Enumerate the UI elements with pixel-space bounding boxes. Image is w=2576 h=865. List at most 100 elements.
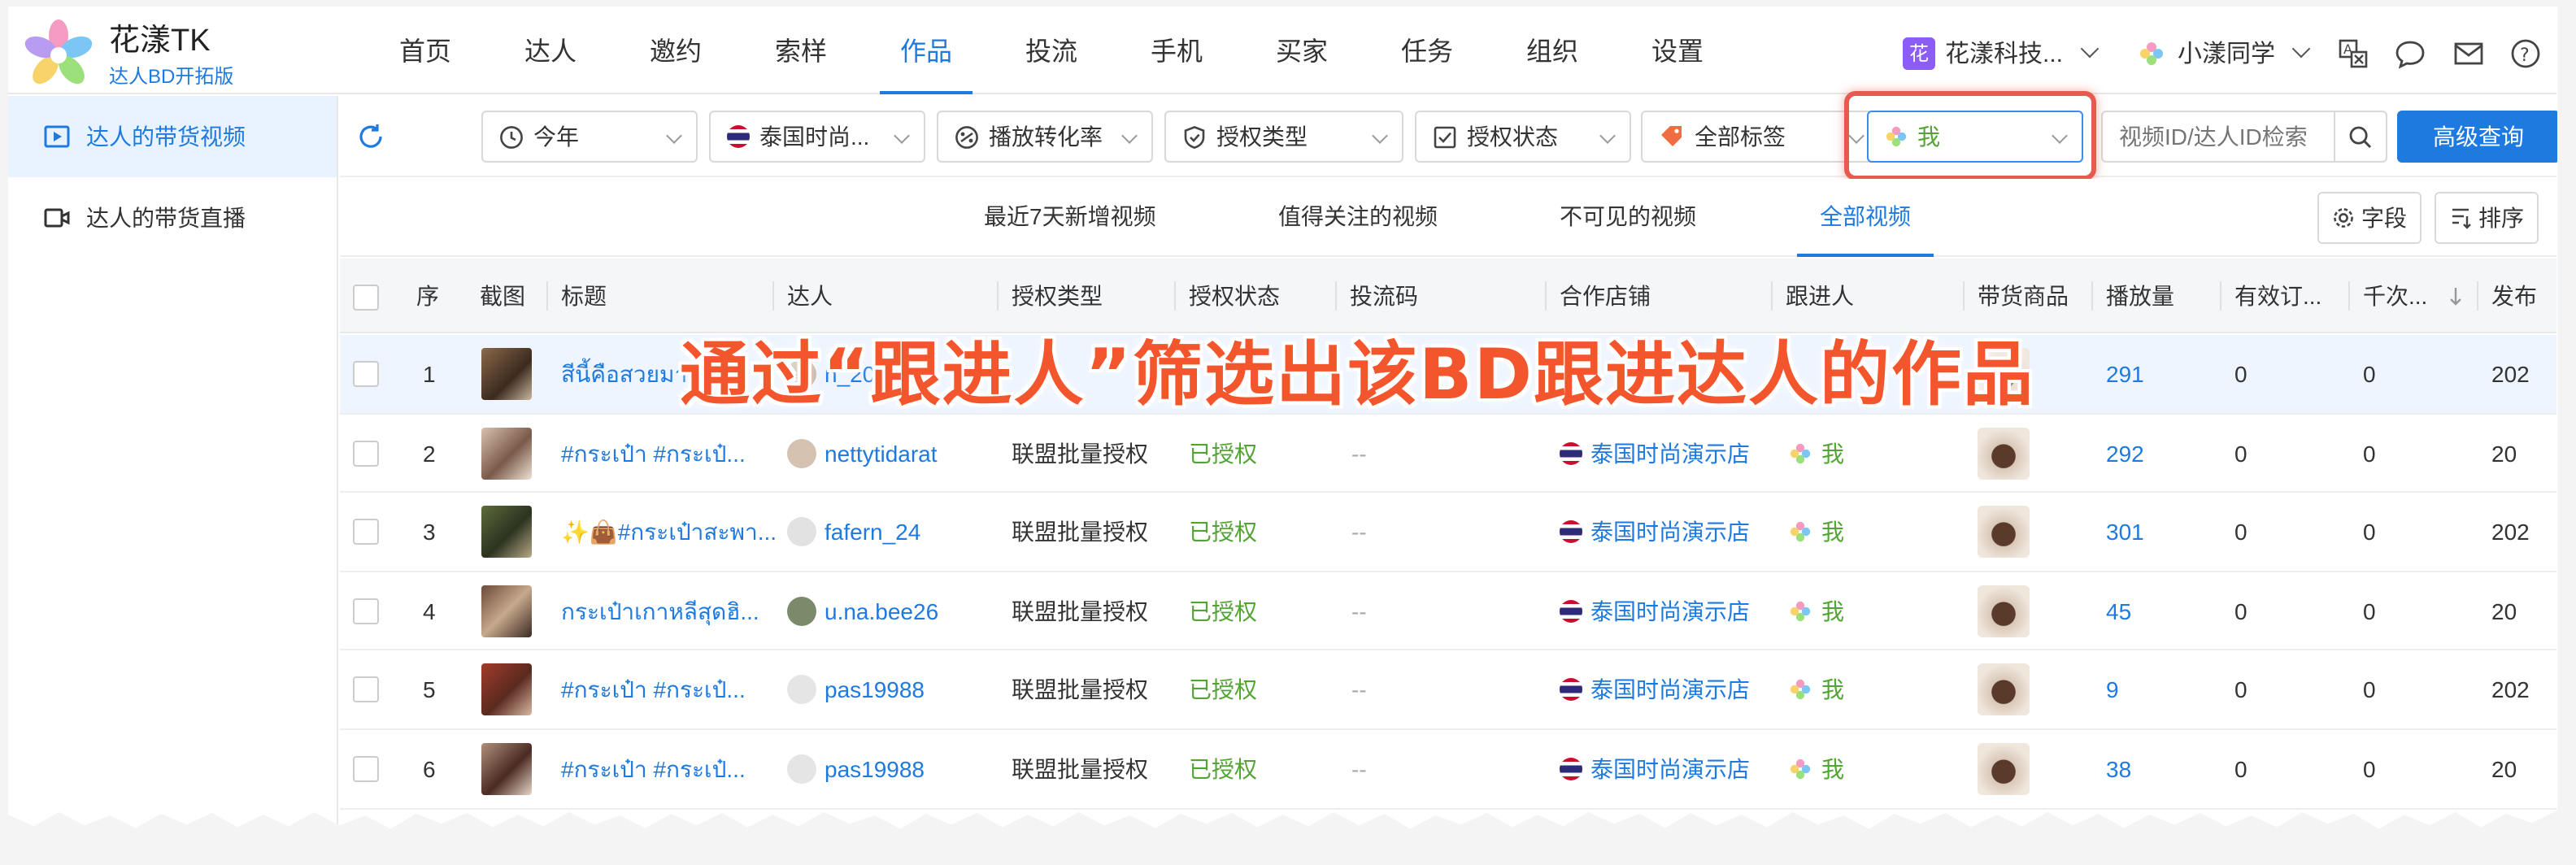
product-thumbnail[interactable] — [1978, 663, 2030, 716]
time-filter-value: 今年 — [533, 124, 579, 150]
nav-buyers[interactable]: 买家 — [1239, 7, 1364, 94]
creator-link[interactable]: u.na.bee26 — [787, 572, 938, 650]
nav-works[interactable]: 作品 — [864, 7, 989, 94]
nav-settings[interactable]: 设置 — [1615, 7, 1740, 94]
creator-link[interactable]: fafern_24 — [787, 493, 920, 571]
nav-home[interactable]: 首页 — [363, 7, 488, 94]
plays-value[interactable]: 38 — [2106, 730, 2131, 808]
tab-recent-7-days[interactable]: 最近7天新增视频 — [984, 179, 1156, 257]
table-row[interactable]: 4 กระเป๋าเกาหลีสุดฮิ... u.na.bee26 联盟批量授权 已授… — [340, 572, 2556, 651]
auth-status-filter[interactable]: 授权状态 — [1415, 111, 1631, 163]
plays-value[interactable]: 45 — [2106, 572, 2131, 650]
help-icon[interactable]: ? — [2509, 37, 2542, 70]
chevron-down-icon — [1372, 128, 1388, 144]
nav-tasks[interactable]: 任务 — [1364, 7, 1490, 94]
fields-button[interactable]: 字段 — [2317, 192, 2422, 244]
search-button[interactable] — [2334, 112, 2386, 161]
video-thumbnail[interactable] — [481, 506, 532, 559]
creator-avatar — [787, 675, 816, 705]
col-published: 发布 — [2477, 259, 2537, 333]
row-checkbox[interactable] — [353, 756, 379, 782]
table-row[interactable]: 2 #กระเป๋า #กระเป๋... nettytidarat 联盟批量授权 已授… — [340, 414, 2556, 493]
sidebar-item-videos[interactable]: 达人的带货视频 — [8, 96, 337, 177]
video-title-link[interactable]: #กระเป๋า #กระเป๋... — [561, 730, 746, 808]
time-filter[interactable]: 今年 — [481, 111, 698, 163]
nav-samples[interactable]: 索样 — [738, 7, 864, 94]
video-thumbnail[interactable] — [481, 585, 532, 637]
shop-link[interactable]: 泰国时尚演示店 — [1560, 572, 1750, 650]
thailand-flag-icon — [1560, 599, 1582, 623]
shop-filter-value: 泰国时尚... — [759, 124, 870, 150]
sort-down-icon[interactable] — [2448, 286, 2464, 307]
row-checkbox[interactable] — [353, 361, 379, 387]
org-switcher[interactable]: 花 花漾科技... — [1903, 36, 2099, 70]
refresh-icon[interactable] — [356, 122, 385, 151]
table-row[interactable]: 5 #กระเป๋า #กระเป๋... pas19988 联盟批量授权 已授权 -- 泰… — [340, 651, 2556, 730]
search-icon — [2349, 125, 2372, 148]
nav-ads[interactable]: 投流 — [989, 7, 1114, 94]
row-checkbox[interactable] — [353, 598, 379, 624]
table-row[interactable]: 6 #กระเป๋า #กระเป๋... pas19988 联盟批量授权 已授权 -- 泰… — [340, 730, 2556, 809]
sidebar-item-label: 达人的带货视频 — [86, 124, 246, 150]
advanced-search-button[interactable]: 高级查询 — [2397, 111, 2557, 163]
sidebar-item-label: 达人的带货直播 — [86, 205, 246, 231]
sort-button[interactable]: 排序 — [2435, 192, 2539, 244]
mail-icon[interactable] — [2452, 37, 2485, 70]
sidebar-item-live[interactable]: 达人的带货直播 — [8, 177, 337, 259]
translate-icon[interactable]: A — [2337, 37, 2369, 70]
chat-icon[interactable] — [2394, 37, 2426, 70]
nav-creators[interactable]: 达人 — [488, 7, 613, 94]
product-thumbnail[interactable] — [1978, 506, 2030, 559]
video-title-link[interactable]: #กระเป๋า #กระเป๋... — [561, 414, 746, 492]
row-checkbox[interactable] — [353, 676, 379, 703]
video-title-link[interactable]: #กระเป๋า #กระเป๋... — [561, 651, 746, 729]
video-thumbnail[interactable] — [481, 743, 532, 795]
shop-name: 泰国时尚演示店 — [1590, 598, 1750, 624]
product-thumbnail[interactable] — [1978, 427, 2030, 480]
product-thumbnail[interactable] — [1978, 743, 2030, 795]
creator-avatar — [787, 438, 816, 468]
video-title-link[interactable]: กระเป๋าเกาหลีสุดฮิ... — [561, 572, 759, 650]
svg-text:?: ? — [2520, 46, 2530, 66]
tab-noteworthy[interactable]: 值得关注的视频 — [1278, 179, 1438, 257]
tab-invisible[interactable]: 不可见的视频 — [1560, 179, 1696, 257]
chevron-down-icon — [2291, 39, 2311, 59]
creator-link[interactable]: pas19988 — [787, 651, 925, 729]
user-menu[interactable]: 小漾同学 — [2139, 36, 2311, 70]
plays-value[interactable]: 301 — [2106, 493, 2144, 571]
plays-value[interactable]: 292 — [2106, 414, 2144, 492]
video-thumbnail[interactable] — [481, 427, 532, 480]
auth-type-value: 联盟批量授权 — [1012, 756, 1148, 782]
follower-value: 我 — [1789, 730, 1844, 808]
shop-link[interactable]: 泰国时尚演示店 — [1560, 651, 1750, 729]
creator-link[interactable]: nettytidarat — [787, 414, 938, 492]
checkbox-icon — [1433, 124, 1457, 149]
row-checkbox[interactable] — [353, 440, 379, 467]
chevron-down-icon — [2079, 39, 2099, 59]
nav-phones[interactable]: 手机 — [1114, 7, 1239, 94]
auth-type-filter[interactable]: 授权类型 — [1164, 111, 1403, 163]
video-thumbnail[interactable] — [481, 348, 532, 400]
orders-value: 0 — [2234, 598, 2247, 624]
metric-filter[interactable]: 播放转化率 — [937, 111, 1153, 163]
select-all-checkbox[interactable] — [353, 285, 379, 311]
video-title-link[interactable]: ✨👜#กระเป๋าสะพา... — [561, 493, 777, 571]
nav-org[interactable]: 组织 — [1490, 7, 1615, 94]
shop-link[interactable]: 泰国时尚演示店 — [1560, 414, 1750, 492]
user-avatar-icon — [2140, 41, 2163, 64]
shop-link[interactable]: 泰国时尚演示店 — [1560, 493, 1750, 571]
shop-link[interactable]: 泰国时尚演示店 — [1560, 730, 1750, 808]
plays-value[interactable]: 291 — [2106, 335, 2144, 413]
creator-name: pas19988 — [825, 676, 925, 703]
shop-filter[interactable]: 泰国时尚... — [709, 111, 925, 163]
row-checkbox[interactable] — [353, 519, 379, 546]
tab-all-videos[interactable]: 全部视频 — [1797, 179, 1934, 257]
plays-value[interactable]: 9 — [2106, 651, 2119, 729]
creator-link[interactable]: pas19988 — [787, 730, 925, 808]
product-thumbnail[interactable] — [1978, 585, 2030, 637]
orders-value: 0 — [2234, 519, 2247, 546]
nav-invites[interactable]: 邀约 — [613, 7, 738, 94]
col-thumbnail: 截图 — [480, 283, 525, 309]
table-row[interactable]: 3 ✨👜#กระเป๋าสะพา... fafern_24 联盟批量授权 已授权 -- 泰国… — [340, 493, 2556, 572]
video-thumbnail[interactable] — [481, 663, 532, 716]
